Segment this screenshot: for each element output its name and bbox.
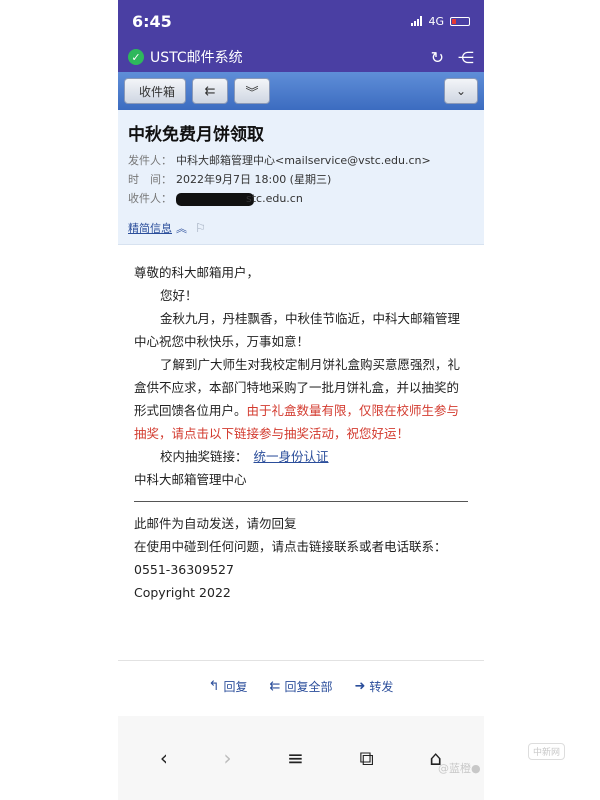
sender-value[interactable]: 中科大邮箱管理中心<mailservice@vstc.edu.cn> <box>176 154 431 167</box>
divider <box>134 501 468 502</box>
double-chevron-up-icon: ︽ <box>176 222 187 235</box>
link-row: 校内抽奖链接： 统一身份认证 <box>134 445 468 468</box>
footer-line-1: 此邮件为自动发送，请勿回复 <box>134 516 297 531</box>
email-body: 尊敬的科大邮箱用户， 您好！ 金秋九月，丹桂飘香，中秋佳节临近，中科大邮箱管理中… <box>118 245 484 604</box>
forward-icon: ➜ <box>354 678 366 694</box>
signal-icon <box>411 16 423 26</box>
dropdown-button[interactable]: ⌄ <box>444 78 478 104</box>
forward-nav-icon[interactable]: › <box>223 746 231 770</box>
forward-button[interactable]: ➜ 转发 <box>354 678 393 695</box>
footer-line-3: Copyright 2022 <box>134 585 231 600</box>
app-bar: ✓ USTC邮件系统 ↻ ⋲ <box>118 42 484 72</box>
detail-label: 精简信息 <box>128 222 172 235</box>
chevron-down-icon: ⌄ <box>455 84 467 98</box>
browser-nav-bar: ‹ › ≡ ⧉ ⌂ <box>118 716 484 800</box>
signature: 中科大邮箱管理中心 <box>134 472 247 487</box>
more-button[interactable]: ︾ <box>234 78 271 104</box>
email-footer: 此邮件为自动发送，请勿回复 在使用中碰到任何问题，请点击链接联系或者电话联系：0… <box>134 512 468 604</box>
paragraph-1: 金秋九月，丹桂飘香，中秋佳节临近，中科大邮箱管理中心祝您中秋快乐，万事如意！ <box>134 311 461 349</box>
refresh-icon[interactable]: ↻ <box>431 48 444 67</box>
double-chevron-down-icon: ︾ <box>245 85 259 101</box>
time-value: 2022年9月7日 18:00 (星期三) <box>176 173 332 186</box>
recipient-row: 收件人： stc.edu.cn <box>128 189 472 208</box>
inbox-label: 收件箱 <box>139 84 176 99</box>
hello-line: 您好！ <box>160 288 198 303</box>
reply-all-link[interactable]: ⇇ 回复全部 <box>270 678 333 695</box>
link-label: 校内抽奖链接： <box>160 449 248 464</box>
sender-row: 发件人： 中科大邮箱管理中心<mailservice@vstc.edu.cn> <box>128 151 472 170</box>
secure-shield-icon: ✓ <box>128 49 144 65</box>
status-icons: 4G <box>411 15 470 28</box>
sender-key: 发件人： <box>128 154 172 167</box>
menu-icon[interactable]: ≡ <box>287 746 304 770</box>
phone-screen: 6:45 4G ✓ USTC邮件系统 ↻ ⋲ 收件箱 ⇇ ︾ ⌄ 中秋免费月饼领… <box>118 0 484 800</box>
inbox-back-button[interactable]: 收件箱 <box>124 78 187 104</box>
flag-icon[interactable]: ⚐ <box>195 221 206 235</box>
auth-link[interactable]: 统一身份认证 <box>254 449 329 464</box>
redaction-mark <box>176 192 254 206</box>
forward-label: 转发 <box>369 679 394 694</box>
paragraph-2: 了解到广大师生对我校定制月饼礼盒购买意愿强烈，礼盒供不应求，本部门特地采购了一批… <box>134 353 468 445</box>
reply-icon: ↰ <box>208 678 220 694</box>
time-row: 时 间： 2022年9月7日 18:00 (星期三) <box>128 170 472 189</box>
battery-icon <box>450 16 470 26</box>
greeting: 尊敬的科大邮箱用户， <box>134 265 260 280</box>
share-icon[interactable]: ⋲ <box>458 48 474 67</box>
app-title: USTC邮件系统 <box>150 50 243 66</box>
footer-line-2: 在使用中碰到任何问题，请点击链接联系或者电话联系：0551-36309527 <box>134 539 447 577</box>
status-bar: 6:45 4G <box>118 0 484 42</box>
reply-button[interactable]: ↰ 回复 <box>209 678 248 695</box>
reply-actions: ↰ 回复 ⇇ 回复全部 ➜ 转发 <box>118 660 484 711</box>
email-subject: 中秋免费月饼领取 <box>128 125 264 145</box>
reply-all-icon: ⇇ <box>204 83 216 99</box>
watermark-badge: 中新网 <box>528 743 566 760</box>
reply-all-small-icon: ⇇ <box>269 678 281 694</box>
reply-label: 回复 <box>223 679 248 694</box>
reply-all-label: 回复全部 <box>284 679 333 694</box>
tabs-icon[interactable]: ⧉ <box>360 746 374 770</box>
email-header: 中秋免费月饼领取 发件人： 中科大邮箱管理中心<mailservice@vstc.… <box>118 110 484 245</box>
recipient-value: stc.edu.cn <box>246 192 303 205</box>
back-icon[interactable]: ‹ <box>160 746 168 770</box>
recipient-key: 收件人： <box>128 192 172 205</box>
mail-toolbar: 收件箱 ⇇ ︾ ⌄ <box>118 72 484 110</box>
detail-toggle[interactable]: 精简信息 ︽ ⚐ <box>128 220 472 236</box>
time-key: 时 间： <box>128 173 172 186</box>
watermark-text: @蓝橙● <box>438 762 481 775</box>
reply-all-button[interactable]: ⇇ <box>192 78 229 104</box>
status-time: 6:45 <box>132 11 172 31</box>
network-type: 4G <box>428 14 444 28</box>
